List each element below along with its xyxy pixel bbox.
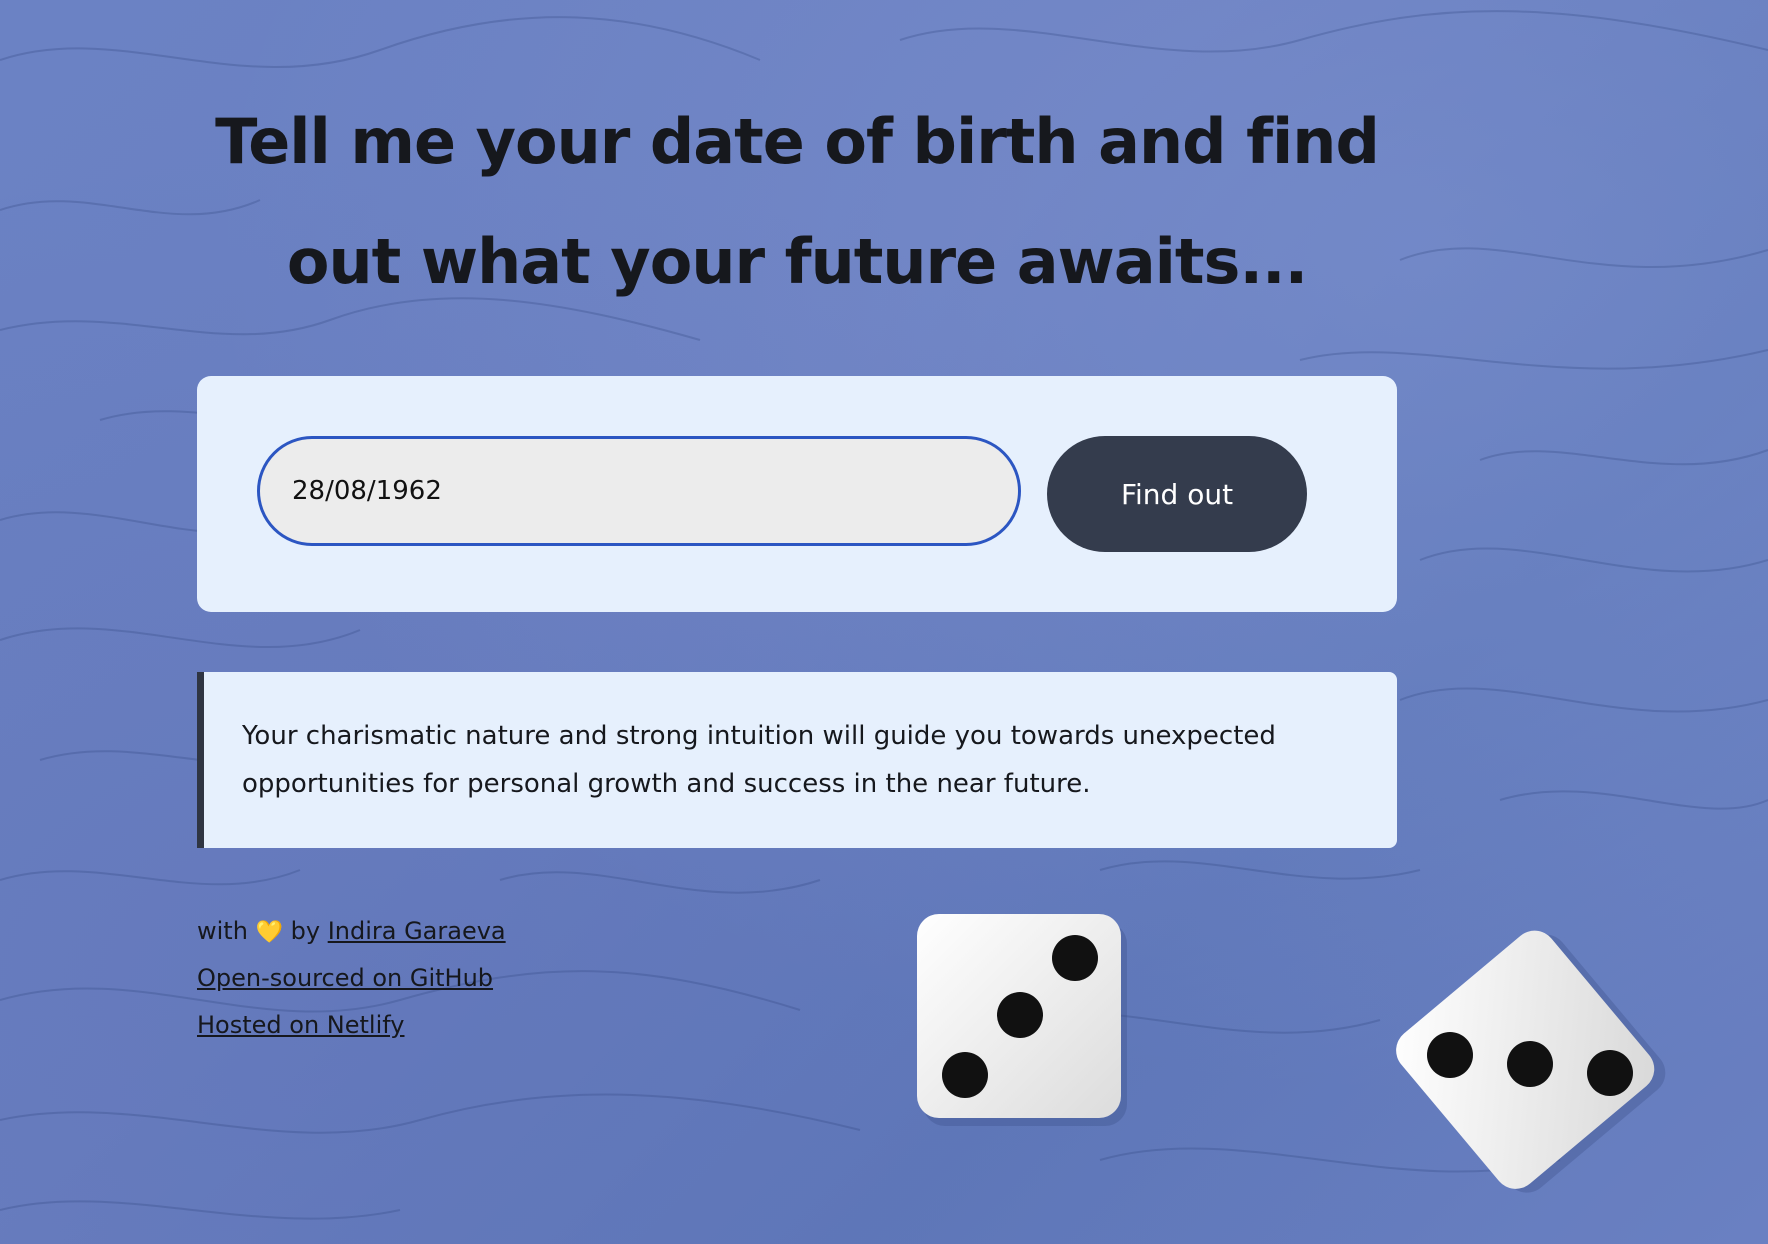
- date-of-birth-input[interactable]: [257, 436, 1021, 546]
- github-line: Open-sourced on GitHub: [197, 955, 506, 1002]
- prediction-text: Your charismatic nature and strong intui…: [242, 721, 1276, 799]
- github-link[interactable]: Open-sourced on GitHub: [197, 964, 493, 992]
- birth-date-form: Find out: [197, 376, 1397, 612]
- credit-by: by: [290, 917, 321, 945]
- author-link[interactable]: Indira Garaeva: [328, 917, 506, 945]
- yellow-heart-icon: 💛: [255, 920, 283, 945]
- find-out-button[interactable]: Find out: [1047, 436, 1307, 552]
- netlify-link[interactable]: Hosted on Netlify: [197, 1011, 405, 1039]
- die-three-icon: [917, 914, 1127, 1126]
- prediction-result: Your charismatic nature and strong intui…: [197, 672, 1397, 848]
- footer: with 💛 by Indira Garaeva Open-sourced on…: [197, 908, 506, 1049]
- credit-prefix: with: [197, 917, 248, 945]
- die-three-icon: [1396, 930, 1666, 1193]
- page-title: Tell me your date of birth and find out …: [215, 105, 1380, 298]
- netlify-line: Hosted on Netlify: [197, 1002, 506, 1049]
- credit-line: with 💛 by Indira Garaeva: [197, 908, 506, 955]
